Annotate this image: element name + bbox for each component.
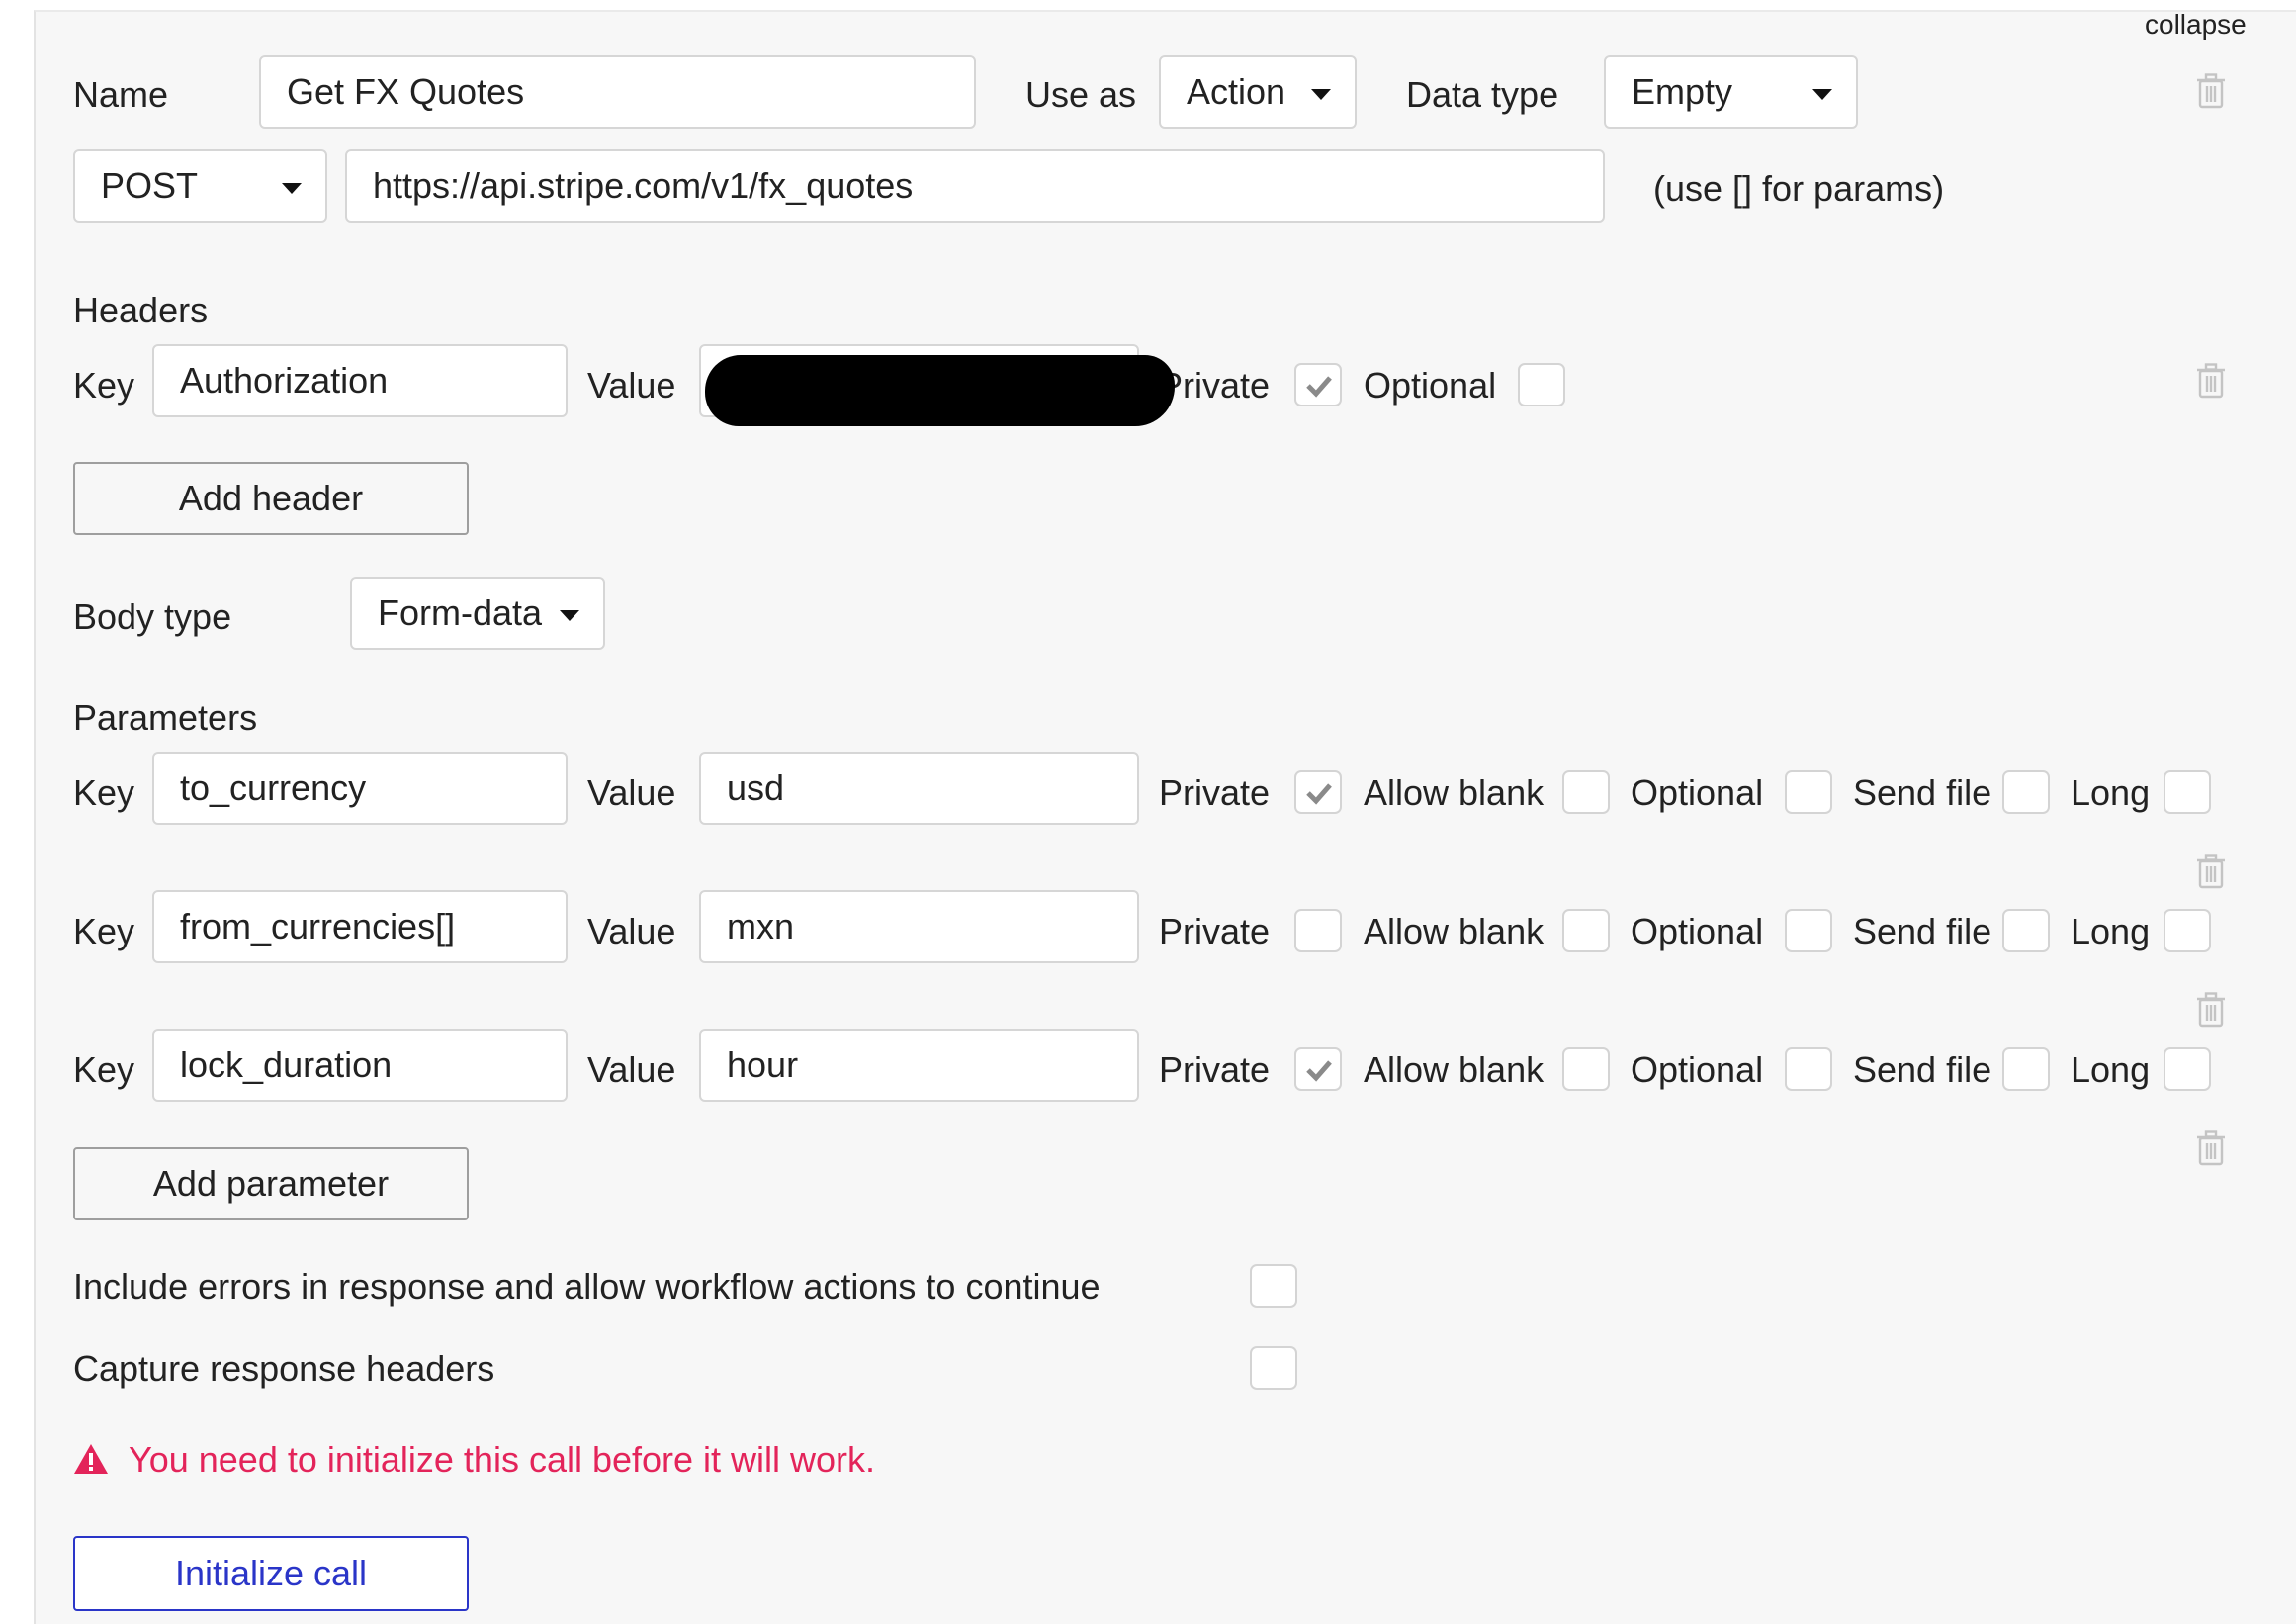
- use-as-dropdown[interactable]: Action: [1159, 55, 1357, 129]
- param-optional-checkbox[interactable]: [1785, 909, 1832, 952]
- chevron-down-icon: [1311, 89, 1331, 100]
- param-optional-label: Optional: [1631, 772, 1764, 813]
- param-private-checkbox[interactable]: [1294, 770, 1342, 814]
- chevron-down-icon: [282, 183, 302, 194]
- param-allow-blank-label: Allow blank: [1364, 772, 1545, 813]
- param-private-label: Private: [1159, 911, 1271, 951]
- data-type-value: Empty: [1632, 71, 1733, 112]
- param-private-label: Private: [1159, 772, 1271, 813]
- param-send-file-label: Send file: [1853, 772, 1992, 813]
- param-key-value: lock_duration: [180, 1044, 393, 1085]
- body-type-dropdown[interactable]: Form-data: [350, 577, 605, 650]
- header-optional-checkbox[interactable]: [1518, 363, 1565, 406]
- url-value: https://api.stripe.com/v1/fx_quotes: [373, 165, 914, 206]
- param-long-label: Long: [2071, 911, 2151, 951]
- param-allow-blank-checkbox[interactable]: [1562, 909, 1610, 952]
- trash-icon[interactable]: [2196, 992, 2226, 1028]
- param-optional-label: Optional: [1631, 1049, 1764, 1090]
- param-allow-blank-label: Allow blank: [1364, 1049, 1545, 1090]
- param-value-input[interactable]: usd: [699, 752, 1139, 825]
- redaction-mark: [705, 355, 1175, 426]
- checkmark-icon: [1306, 376, 1332, 398]
- include-errors-label: Include errors in response and allow wor…: [73, 1266, 1101, 1307]
- name-input[interactable]: Get FX Quotes: [259, 55, 976, 129]
- warning-message: You need to initialize this call before …: [129, 1439, 876, 1480]
- param-key-label: Key: [73, 911, 135, 951]
- method-dropdown[interactable]: POST: [73, 149, 327, 223]
- param-allow-blank-checkbox[interactable]: [1562, 1047, 1610, 1091]
- trash-icon[interactable]: [2196, 854, 2226, 889]
- param-value-label: Value: [587, 772, 676, 813]
- include-errors-checkbox[interactable]: [1250, 1264, 1297, 1308]
- param-value-value: mxn: [727, 906, 795, 947]
- warning-triangle-icon: [74, 1444, 108, 1474]
- chevron-down-icon: [560, 610, 579, 621]
- url-hint: (use [] for params): [1653, 168, 1945, 209]
- body-type-value: Form-data: [378, 592, 543, 633]
- trash-icon[interactable]: [2196, 73, 2226, 109]
- param-key-input[interactable]: to_currency: [152, 752, 568, 825]
- chevron-down-icon: [1812, 89, 1832, 100]
- param-long-checkbox[interactable]: [2164, 909, 2211, 952]
- collapse-link[interactable]: collapse: [2145, 5, 2247, 45]
- trash-icon[interactable]: [2196, 1130, 2226, 1166]
- add-header-button[interactable]: Add header: [73, 462, 469, 535]
- data-type-dropdown[interactable]: Empty: [1604, 55, 1858, 129]
- param-optional-checkbox[interactable]: [1785, 770, 1832, 814]
- header-optional-label: Optional: [1364, 365, 1497, 406]
- body-type-label: Body type: [73, 596, 232, 637]
- capture-headers-checkbox[interactable]: [1250, 1346, 1297, 1390]
- param-private-checkbox[interactable]: [1294, 1047, 1342, 1091]
- initialize-call-button[interactable]: Initialize call: [73, 1536, 469, 1611]
- param-long-label: Long: [2071, 1049, 2151, 1090]
- param-allow-blank-label: Allow blank: [1364, 911, 1545, 951]
- param-value-label: Value: [587, 1049, 676, 1090]
- add-parameter-button[interactable]: Add parameter: [73, 1147, 469, 1220]
- param-key-value: from_currencies[]: [180, 906, 456, 947]
- checkmark-icon: [1306, 1060, 1332, 1082]
- param-send-file-checkbox[interactable]: [2002, 770, 2050, 814]
- method-value: POST: [101, 165, 199, 206]
- param-private-label: Private: [1159, 1049, 1271, 1090]
- header-private-label: Private: [1159, 365, 1271, 406]
- param-allow-blank-checkbox[interactable]: [1562, 770, 1610, 814]
- param-send-file-checkbox[interactable]: [2002, 1047, 2050, 1091]
- param-optional-checkbox[interactable]: [1785, 1047, 1832, 1091]
- param-send-file-checkbox[interactable]: [2002, 909, 2050, 952]
- param-key-label: Key: [73, 1049, 135, 1090]
- header-key-label: Key: [73, 365, 135, 406]
- param-long-label: Long: [2071, 772, 2151, 813]
- parameters-title: Parameters: [73, 697, 258, 738]
- header-value-label: Value: [587, 365, 676, 406]
- name-label: Name: [73, 74, 169, 115]
- checkmark-icon: [1306, 783, 1332, 805]
- headers-title: Headers: [73, 290, 209, 330]
- data-type-label: Data type: [1406, 74, 1559, 115]
- param-long-checkbox[interactable]: [2164, 1047, 2211, 1091]
- use-as-label: Use as: [1025, 74, 1137, 115]
- header-key-value: Authorization: [180, 360, 389, 401]
- header-private-checkbox[interactable]: [1294, 363, 1342, 406]
- url-input[interactable]: https://api.stripe.com/v1/fx_quotes: [345, 149, 1605, 223]
- param-key-input[interactable]: from_currencies[]: [152, 890, 568, 963]
- param-value-input[interactable]: hour: [699, 1029, 1139, 1102]
- param-long-checkbox[interactable]: [2164, 770, 2211, 814]
- header-key-input[interactable]: Authorization: [152, 344, 568, 417]
- param-value-value: usd: [727, 767, 785, 808]
- param-value-input[interactable]: mxn: [699, 890, 1139, 963]
- param-private-checkbox[interactable]: [1294, 909, 1342, 952]
- capture-headers-label: Capture response headers: [73, 1348, 495, 1389]
- param-key-input[interactable]: lock_duration: [152, 1029, 568, 1102]
- param-value-label: Value: [587, 911, 676, 951]
- param-optional-label: Optional: [1631, 911, 1764, 951]
- param-send-file-label: Send file: [1853, 1049, 1992, 1090]
- use-as-value: Action: [1187, 71, 1286, 112]
- param-value-value: hour: [727, 1044, 799, 1085]
- trash-icon[interactable]: [2196, 363, 2226, 399]
- name-value: Get FX Quotes: [287, 71, 525, 112]
- param-send-file-label: Send file: [1853, 911, 1992, 951]
- param-key-label: Key: [73, 772, 135, 813]
- param-key-value: to_currency: [180, 767, 367, 808]
